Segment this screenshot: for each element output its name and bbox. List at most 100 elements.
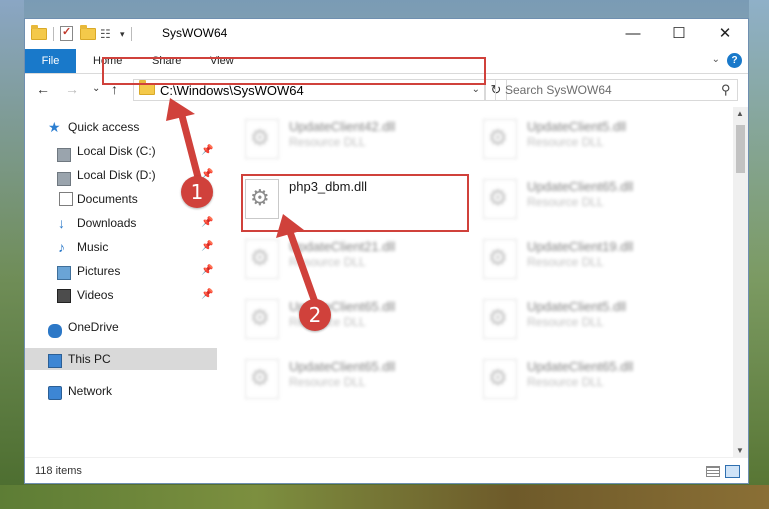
file-highlight-box: [241, 174, 469, 232]
file-item[interactable]: UpdateClient21.dll Resource DLL: [245, 237, 475, 285]
sidebar-item-videos[interactable]: Videos 📌: [25, 284, 217, 306]
scrollbar-thumb[interactable]: [736, 125, 745, 173]
file-type: Resource DLL: [289, 255, 366, 269]
large-icons-view-icon[interactable]: [725, 465, 740, 478]
tab-file[interactable]: File: [25, 49, 76, 73]
file-name: UpdateClient65.dll: [527, 359, 634, 374]
forward-button[interactable]: →: [65, 81, 79, 97]
sidebar-item-label: Quick access: [68, 120, 140, 134]
search-box[interactable]: Search SysWOW64 ⚲: [495, 79, 738, 101]
sidebar-item-quick-access[interactable]: ★ Quick access: [25, 116, 217, 138]
pin-icon: 📌: [201, 265, 214, 276]
pictures-icon: [57, 266, 71, 280]
file-type: Resource DLL: [527, 195, 604, 209]
folder-icon: [31, 25, 47, 42]
sidebar-item-label: Local Disk (C:): [77, 144, 156, 158]
file-name: UpdateClient21.dll: [289, 239, 396, 254]
onedrive-icon: [48, 324, 62, 338]
star-icon: ★: [48, 119, 61, 135]
sidebar-item-label: Videos: [77, 288, 114, 302]
desktop-wallpaper-bottom: [0, 485, 769, 509]
scroll-up-icon[interactable]: ▲: [736, 109, 744, 118]
drive-icon: [57, 148, 71, 162]
sidebar-item-this-pc[interactable]: This PC: [25, 348, 217, 370]
sidebar-item-downloads[interactable]: ↓ Downloads 📌: [25, 212, 217, 234]
file-item[interactable]: UpdateClient42.dll Resource DLL: [245, 117, 475, 165]
details-view-icon[interactable]: [706, 466, 720, 477]
file-type: Resource DLL: [527, 255, 604, 269]
sidebar-item-network[interactable]: Network: [25, 380, 217, 402]
sidebar-item-label: OneDrive: [68, 320, 119, 334]
minimize-button[interactable]: —: [610, 19, 656, 49]
pin-icon: 📌: [201, 289, 214, 300]
view-options-icon[interactable]: ☷: [100, 26, 116, 42]
new-folder-icon[interactable]: [80, 25, 96, 42]
sidebar-item-label: Downloads: [77, 216, 137, 230]
file-item[interactable]: UpdateClient65.dll Resource DLL: [245, 357, 475, 405]
toolbar-divider: [130, 27, 132, 41]
address-path: C:\Windows\SysWOW64: [160, 83, 304, 98]
file-name: UpdateClient5.dll: [527, 299, 627, 314]
step-callout-2: 2: [299, 299, 331, 331]
search-icon: ⚲: [721, 82, 731, 97]
file-type: Resource DLL: [527, 315, 604, 329]
desktop-wallpaper-left: [0, 0, 24, 509]
sidebar-item-music[interactable]: ♪ Music 📌: [25, 236, 217, 258]
expand-ribbon-icon[interactable]: ⌄: [712, 54, 720, 65]
sidebar-item-pictures[interactable]: Pictures 📌: [25, 260, 217, 282]
address-history-dropdown[interactable]: ⌄: [472, 84, 480, 95]
status-bar: 118 items: [25, 457, 748, 483]
customize-toolbar-dropdown[interactable]: ▾: [120, 29, 125, 40]
file-type: Resource DLL: [289, 135, 366, 149]
dll-file-icon: [245, 359, 279, 399]
dll-file-icon: [483, 119, 517, 159]
pin-icon: 📌: [201, 241, 214, 252]
file-item[interactable]: UpdateClient5.dll Resource DLL: [483, 117, 713, 165]
sidebar-item-local-disk-c[interactable]: Local Disk (C:) 📌: [25, 140, 217, 162]
file-item[interactable]: UpdateClient65.dll Resource DLL: [483, 357, 713, 405]
dll-file-icon: [245, 119, 279, 159]
dll-file-icon: [483, 299, 517, 339]
file-name: UpdateClient42.dll: [289, 119, 396, 134]
title-bar: ☷ ▾ SysWOW64 — ☐ ✕: [25, 19, 748, 49]
download-icon: ↓: [58, 215, 65, 231]
sidebar-item-label: Local Disk (D:): [77, 168, 156, 182]
maximize-button[interactable]: ☐: [656, 19, 702, 49]
recent-locations-button[interactable]: ⌄: [92, 83, 100, 94]
back-button[interactable]: ←: [36, 81, 50, 97]
documents-icon: [59, 192, 73, 206]
videos-icon: [57, 289, 71, 303]
file-list: UpdateClient42.dll Resource DLL php3_dbm…: [217, 107, 733, 457]
dll-file-icon: [483, 359, 517, 399]
music-icon: ♪: [58, 239, 65, 255]
sidebar-item-label: Pictures: [77, 264, 121, 278]
file-explorer-window: ☷ ▾ SysWOW64 — ☐ ✕ File Home Share View …: [24, 18, 749, 484]
dll-file-icon: [245, 299, 279, 339]
file-item[interactable]: UpdateClient65.dll Resource DLL: [245, 297, 475, 345]
file-name: UpdateClient65.dll: [527, 179, 634, 194]
sidebar-item-onedrive[interactable]: OneDrive: [25, 316, 217, 338]
sidebar-item-label: This PC: [68, 352, 111, 366]
file-type: Resource DLL: [289, 375, 366, 389]
help-icon[interactable]: ?: [727, 53, 742, 68]
scroll-down-icon[interactable]: ▼: [736, 446, 744, 455]
sidebar-item-label: Network: [68, 384, 113, 398]
desktop-wallpaper-right: [749, 0, 769, 509]
toolbar-divider: [53, 27, 54, 41]
network-icon: [48, 386, 62, 400]
dll-file-icon: [245, 239, 279, 279]
vertical-scrollbar[interactable]: ▲ ▼: [733, 107, 748, 457]
dll-file-icon: [483, 179, 517, 219]
window-title: SysWOW64: [162, 26, 228, 40]
sidebar-item-label: Documents: [77, 192, 138, 206]
file-name: UpdateClient5.dll: [527, 119, 627, 134]
file-item[interactable]: UpdateClient65.dll Resource DLL: [483, 177, 713, 225]
file-type: Resource DLL: [527, 375, 604, 389]
file-name: UpdateClient65.dll: [289, 359, 396, 374]
properties-icon[interactable]: [60, 25, 76, 42]
pin-icon: 📌: [201, 145, 214, 156]
file-item[interactable]: UpdateClient5.dll Resource DLL: [483, 297, 713, 345]
file-item[interactable]: UpdateClient19.dll Resource DLL: [483, 237, 713, 285]
search-placeholder: Search SysWOW64: [505, 83, 612, 97]
close-button[interactable]: ✕: [702, 19, 748, 49]
